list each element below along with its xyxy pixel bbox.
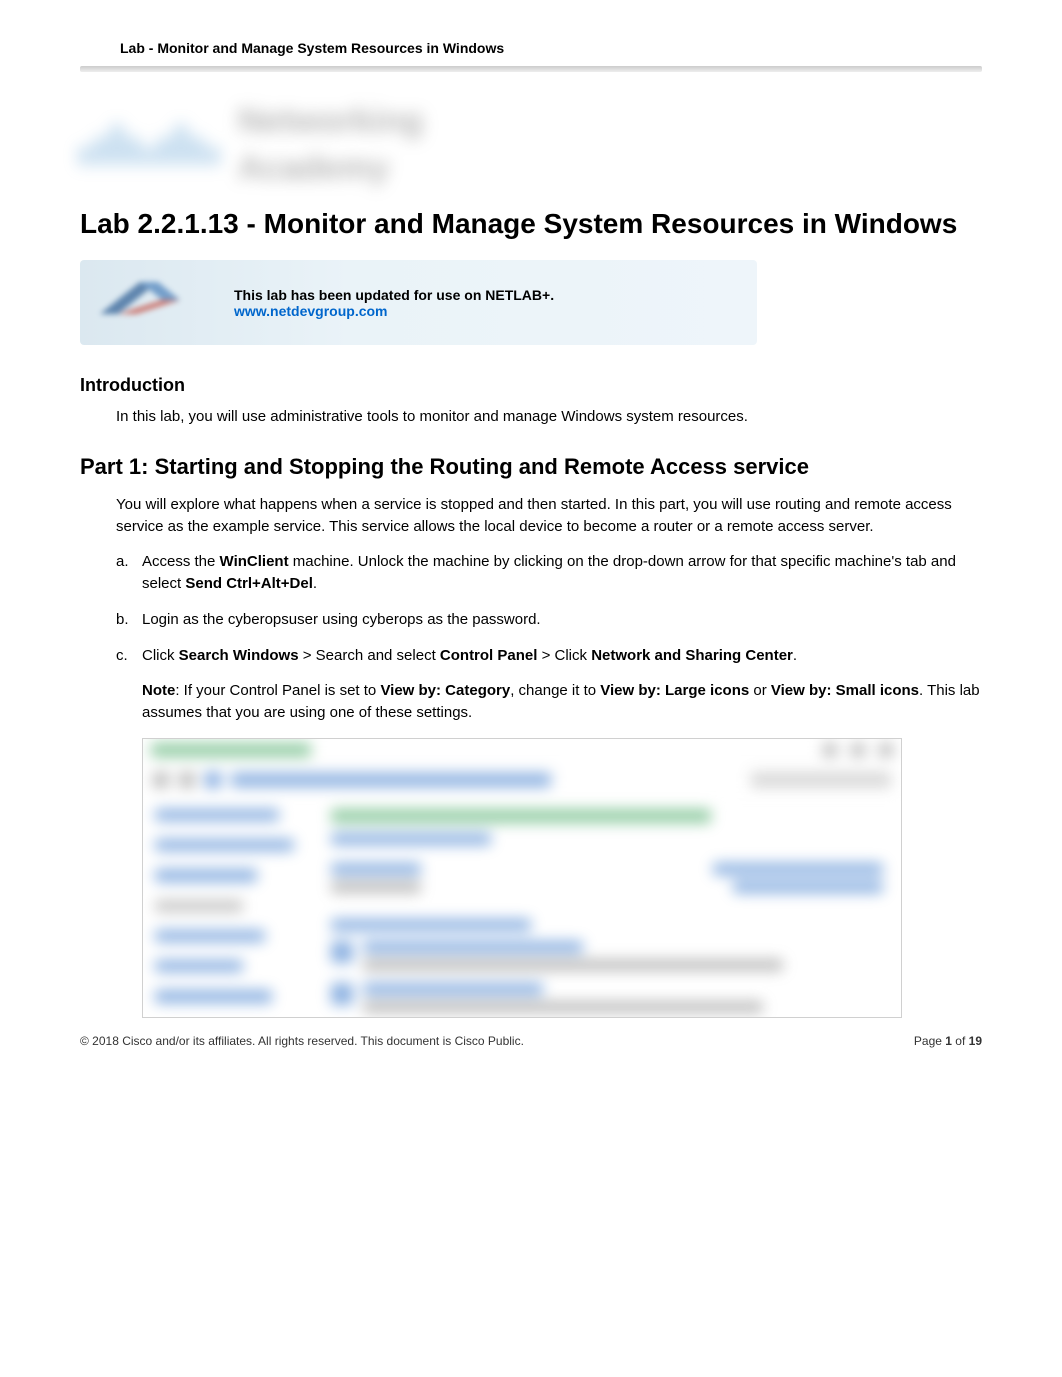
step-c-content: Click Search Windows > Search and select… [142,645,982,667]
close-icon [879,743,893,757]
note-bold-category: View by: Category [380,682,510,699]
step-b: b. Login as the cyberopsuser using cyber… [116,609,982,631]
step-b-marker: b. [116,609,142,631]
option-desc-placeholder [363,959,783,971]
option-title-placeholder [363,983,543,995]
note-text-2: , change it to [510,682,600,699]
sidebar-item-placeholder [155,960,243,972]
ndg-line1: This lab has been updated for use on NET… [234,287,554,303]
forward-arrow-icon [179,772,195,788]
sidebar-item-placeholder [155,900,243,912]
sidebar-item-placeholder [155,990,272,1002]
step-b-content: Login as the cyberopsuser using cyberops… [142,609,982,631]
footer-page-info: Page 1 of 19 [914,1034,982,1048]
introduction-heading: Introduction [80,375,982,396]
ndg-callout-box: This lab has been updated for use on NET… [80,260,757,345]
step-a-text-3: . [313,575,317,592]
part1-paragraph: You will explore what happens when a ser… [116,494,982,538]
maximize-icon [851,743,865,757]
access-type-placeholder [713,863,883,875]
step-b-text-1: Login as the [142,611,228,628]
sidebar-item-placeholder [155,930,265,942]
option-title-placeholder [363,941,583,953]
main-heading-placeholder [331,809,711,823]
step-c-bold-nsc: Network and Sharing Center [591,647,793,664]
academy-logo-block: Networking Academy [80,102,982,188]
footer-copyright: © 2018 Cisco and/or its affiliates. All … [80,1034,524,1048]
step-c-note: Note: If your Control Panel is set to Vi… [142,680,982,724]
step-a: a. Access the WinClient machine. Unlock … [116,551,982,595]
step-c: c. Click Search Windows > Search and sel… [116,645,982,667]
academy-logo-text: Networking Academy [238,102,423,188]
step-c-text-4: . [793,647,797,664]
page-footer: © 2018 Cisco and/or its affiliates. All … [80,1034,982,1048]
part1-heading: Part 1: Starting and Stopping the Routin… [80,454,982,480]
note-bold-smallicons: View by: Small icons [771,682,919,699]
network-type-placeholder [331,881,421,893]
step-c-bold-controlpanel: Control Panel [440,647,538,664]
section-heading-placeholder [331,919,531,931]
ndg-link[interactable]: www.netdevgroup.com [234,303,554,319]
step-a-bold-winclient: WinClient [220,553,289,570]
up-arrow-icon [205,772,221,788]
sidebar-item-placeholder [155,809,279,821]
document-header: Lab - Monitor and Manage System Resource… [80,40,982,72]
step-c-text-2: > Search and select [299,647,440,664]
back-arrow-icon [153,772,169,788]
sidebar-item-placeholder [155,869,257,881]
window-title-placeholder [151,743,311,757]
note-bold-note: Note [142,682,175,699]
cisco-bars-icon [80,125,218,165]
step-b-text-3: as the password. [423,611,541,628]
option-desc-placeholder [363,1001,763,1013]
note-text-3: or [749,682,771,699]
lab-title: Lab 2.2.1.13 - Monitor and Manage System… [80,208,982,240]
footer-page-mid: of [952,1034,969,1048]
step-a-text-1: Access the [142,553,220,570]
search-placeholder [751,772,891,788]
main-subheading-placeholder [331,833,491,845]
note-text-1: : If your Control Panel is set to [175,682,380,699]
logo-word-bottom: Academy [238,149,423,188]
step-c-text-3: > Click [537,647,591,664]
connections-placeholder [733,881,883,893]
note-bold-largeicons: View by: Large icons [600,682,749,699]
footer-page-total: 19 [969,1034,982,1048]
introduction-paragraph: In this lab, you will use administrative… [116,406,982,428]
ndg-logo-icon [100,278,210,327]
logo-word-top: Networking [238,102,423,141]
step-a-bold-sendctrl: Send Ctrl+Alt+Del [185,575,313,592]
sidebar-item-placeholder [155,839,294,851]
step-c-bold-searchwin: Search Windows [179,647,299,664]
step-c-text-1: Click [142,647,179,664]
step-c-marker: c. [116,645,142,667]
step-b-mono-user: cyberopsuser [228,611,318,628]
running-header-label: Lab - Monitor and Manage System Resource… [120,40,982,56]
breadcrumb-path-placeholder [231,773,551,787]
footer-page-pre: Page [914,1034,945,1048]
footer-page-num: 1 [945,1034,952,1048]
minimize-icon [823,743,837,757]
header-divider [80,66,982,72]
step-a-marker: a. [116,551,142,595]
step-a-content: Access the WinClient machine. Unlock the… [142,551,982,595]
network-name-placeholder [331,863,421,875]
step-b-text-2: using [318,611,362,628]
troubleshoot-icon [331,983,353,1005]
ndg-callout-text: This lab has been updated for use on NET… [234,287,554,319]
network-setup-icon [331,941,353,963]
network-sharing-screenshot [142,738,902,1018]
step-b-mono-pass: cyberops [362,611,423,628]
